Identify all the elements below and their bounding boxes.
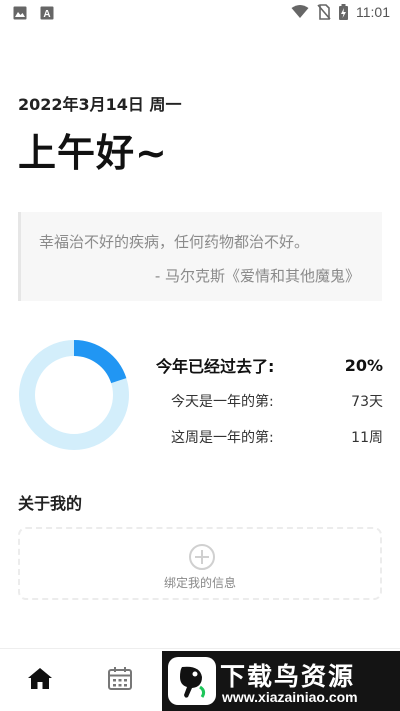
calendar-icon[interactable] xyxy=(106,665,134,693)
year-progress-ring xyxy=(19,340,129,450)
watermark-banner: 下载鸟资源 www.xiazainiao.com xyxy=(162,651,400,711)
watermark-title: 下载鸟资源 xyxy=(220,662,356,691)
add-circle-icon xyxy=(189,544,215,570)
stat-value: 73天 xyxy=(351,394,383,410)
bird-logo-icon xyxy=(168,657,216,705)
status-time: 11:01 xyxy=(356,4,390,20)
no-sim-icon xyxy=(317,4,331,20)
watermark-url: www.xiazainiao.com xyxy=(222,689,358,705)
home-icon[interactable] xyxy=(26,665,54,693)
greeting-title: 上午好~ xyxy=(18,131,168,175)
status-bar: A 11:01 xyxy=(0,0,400,28)
stat-label: 今年已经过去了: xyxy=(156,357,275,376)
bind-info-label: 绑定我的信息 xyxy=(163,576,236,590)
stat-row-year-passed: 今年已经过去了: 20% xyxy=(150,347,383,383)
bind-info-button[interactable]: 绑定我的信息 xyxy=(18,527,382,600)
stat-label: 今天是一年的第: xyxy=(171,394,274,410)
stat-label: 这周是一年的第: xyxy=(171,430,274,446)
svg-text:A: A xyxy=(43,9,50,20)
stat-value: 11周 xyxy=(351,430,383,446)
about-section-title: 关于我的 xyxy=(18,494,83,513)
year-stats: 今年已经过去了: 20% 今天是一年的第: 73天 这周是一年的第: 11周 xyxy=(150,347,383,455)
stat-row-week-of-year: 这周是一年的第: 11周 xyxy=(150,419,383,455)
quote-source: - 马尔克斯《爱情和其他魔鬼》 xyxy=(154,267,360,285)
stat-value: 20% xyxy=(344,355,383,375)
image-icon xyxy=(13,6,27,20)
quote-text: 幸福治不好的疾病，任何药物都治不好。 xyxy=(39,233,310,251)
date-label: 2022年3月14日 周一 xyxy=(18,95,182,114)
stat-row-day-of-year: 今天是一年的第: 73天 xyxy=(150,383,383,419)
text-icon: A xyxy=(40,6,54,20)
wifi-icon xyxy=(291,5,309,18)
battery-charging-icon xyxy=(339,4,348,20)
quote-card: 幸福治不好的疾病，任何药物都治不好。 - 马尔克斯《爱情和其他魔鬼》 xyxy=(18,212,382,301)
